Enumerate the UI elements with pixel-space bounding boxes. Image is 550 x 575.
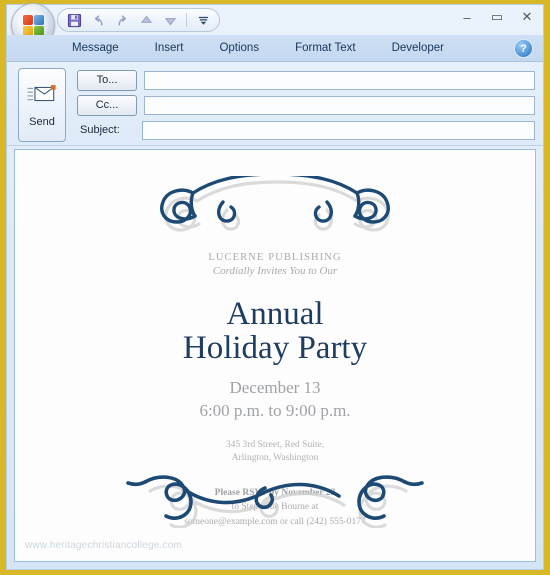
window-controls: – ▭ ✕ bbox=[459, 9, 535, 25]
maximize-button[interactable]: ▭ bbox=[489, 9, 505, 25]
to-button[interactable]: To... bbox=[77, 69, 137, 91]
outlook-compose-window: – ▭ ✕ Message Insert Options Format Text… bbox=[6, 3, 544, 570]
tab-developer[interactable]: Developer bbox=[379, 38, 457, 58]
ribbon-tab-bar: Message Insert Options Format Text Devel… bbox=[7, 35, 543, 62]
cc-button[interactable]: Cc... bbox=[77, 94, 137, 116]
minimize-button[interactable]: – bbox=[459, 9, 475, 25]
toolbar-divider bbox=[186, 13, 187, 27]
address-line-1: 345 3rd Street, Red Suite, bbox=[225, 439, 325, 450]
previous-item-button[interactable] bbox=[136, 11, 156, 29]
to-input[interactable] bbox=[144, 70, 535, 90]
invitation-card: LUCERNE PUBLISHING Cordially Invites You… bbox=[15, 150, 535, 561]
address-line-2: Arlington, Washington bbox=[231, 453, 319, 464]
ornamental-flourish-bottom-icon bbox=[125, 470, 425, 533]
subject-input[interactable] bbox=[142, 120, 535, 140]
send-button[interactable]: Send bbox=[18, 68, 66, 142]
tab-message[interactable]: Message bbox=[59, 38, 132, 58]
invitation-subtitle: Cordially Invites You to Our bbox=[212, 265, 338, 277]
event-date: December 13 bbox=[229, 377, 321, 397]
to-row: To... bbox=[77, 69, 535, 91]
invitation-title-line1: Annual bbox=[226, 296, 324, 332]
site-watermark: www.heritagechristiancollege.com bbox=[25, 540, 183, 551]
close-button[interactable]: ✕ bbox=[519, 9, 535, 25]
save-button[interactable] bbox=[64, 11, 84, 29]
event-time: 6:00 p.m. to 9:00 p.m. bbox=[199, 400, 351, 420]
help-icon[interactable]: ? bbox=[514, 39, 533, 58]
customize-qat-button[interactable] bbox=[193, 11, 213, 29]
tab-insert[interactable]: Insert bbox=[142, 38, 197, 58]
invitation-title-line2: Holiday Party bbox=[182, 330, 368, 367]
compose-header: Send To... Cc... Subject: bbox=[7, 62, 543, 146]
message-body[interactable]: LUCERNE PUBLISHING Cordially Invites You… bbox=[14, 149, 536, 562]
subject-label: Subject: bbox=[80, 124, 120, 136]
invitation-title: Annual Holiday Party bbox=[183, 297, 367, 366]
redo-button[interactable] bbox=[112, 11, 132, 29]
cc-input[interactable] bbox=[144, 95, 535, 115]
event-address: 345 3rd Street, Red Suite, Arlington, Wa… bbox=[226, 439, 324, 467]
brand-name: LUCERNE PUBLISHING bbox=[208, 252, 342, 263]
title-bar: – ▭ ✕ bbox=[7, 3, 543, 47]
tab-format-text[interactable]: Format Text bbox=[282, 38, 369, 58]
send-button-label: Send bbox=[29, 115, 55, 128]
next-item-button[interactable] bbox=[160, 11, 180, 29]
undo-button[interactable] bbox=[88, 11, 108, 29]
subject-row: Subject: bbox=[77, 120, 535, 140]
tab-options[interactable]: Options bbox=[206, 38, 272, 58]
quick-access-toolbar bbox=[57, 8, 220, 32]
envelope-send-icon bbox=[27, 83, 57, 110]
compose-fields: To... Cc... Subject: bbox=[77, 68, 535, 145]
ornamental-flourish-top-icon bbox=[125, 172, 425, 238]
cc-row: Cc... bbox=[77, 94, 535, 116]
